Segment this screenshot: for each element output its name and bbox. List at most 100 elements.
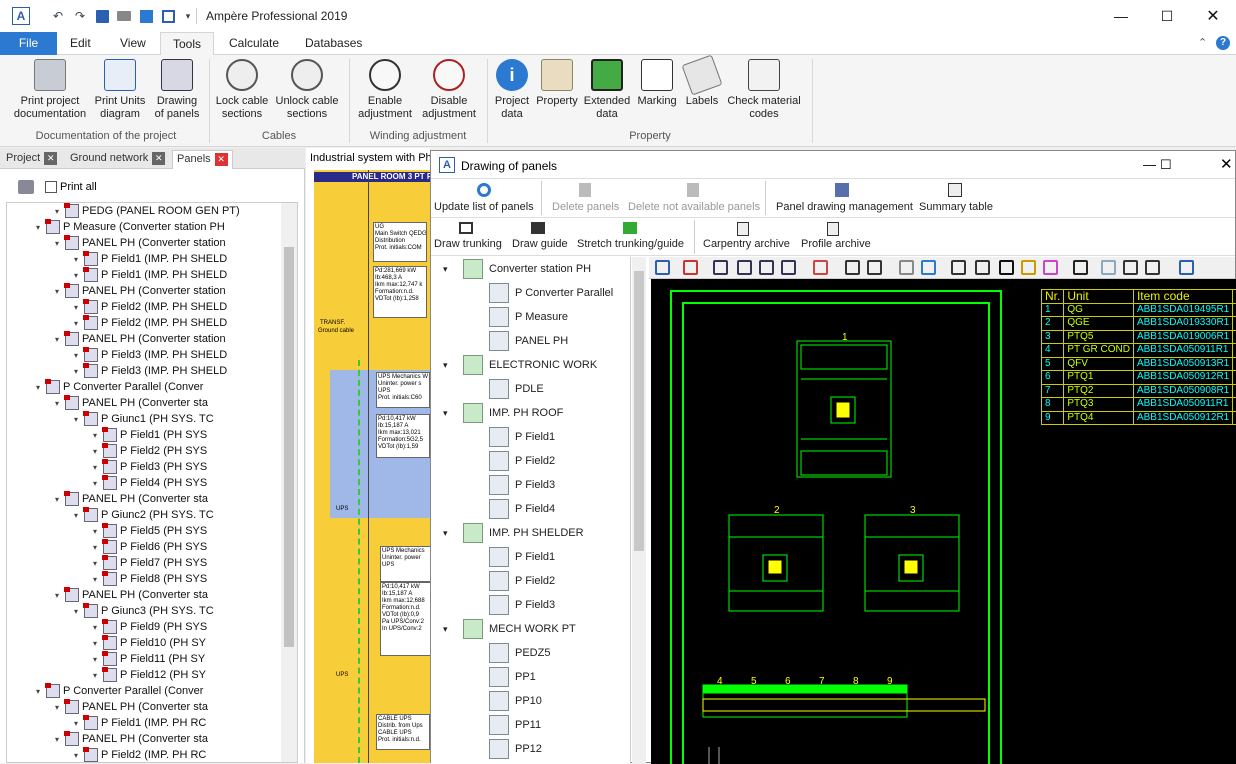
tree-item[interactable]: ▾PANEL PH (Converter sta (55, 587, 208, 603)
customize-toolbar-icon[interactable]: ▾ (180, 8, 196, 24)
tree-item[interactable]: ▾P Field3 (IMP. PH SHELD (74, 363, 227, 379)
tree-item[interactable]: ▾P Converter Parallel (Conver (36, 379, 203, 395)
tree-item[interactable]: ▾PANEL PH (Converter station (55, 331, 226, 347)
schematic-info-box[interactable]: UPS Mechanics WUninter. power sUPSProt. … (376, 372, 430, 408)
tree-item[interactable]: ▾P Field1 (IMP. PH SHELD (74, 267, 227, 283)
tree-item[interactable]: ▾PANEL PH (Converter sta (55, 731, 208, 747)
pencil-icon[interactable] (899, 260, 914, 275)
tree-item[interactable]: ▾P Field11 (PH SY (93, 651, 205, 667)
nav-tree-item[interactable]: P Field3 (489, 593, 555, 617)
tree-item[interactable]: ▾PANEL PH (Converter station (55, 283, 226, 299)
tree-item[interactable]: ▾P Giunc3 (PH SYS. TC (74, 603, 214, 619)
tab-ground-network[interactable]: Ground network✕ (66, 150, 169, 169)
close-icon[interactable]: ✕ (152, 152, 165, 165)
dialog-close-button[interactable]: ✕ (1220, 155, 1233, 173)
zoom-icon[interactable] (713, 260, 728, 275)
nav-tree-item[interactable]: ▾IMP. PH SHELDER (443, 521, 584, 545)
align-icon[interactable] (1073, 260, 1088, 275)
nav-tree-item[interactable]: P Converter Parallel (489, 281, 613, 305)
save-icon[interactable] (94, 8, 110, 24)
expand-icon[interactable]: ▾ (443, 353, 463, 377)
lock-cable-button[interactable]: Lock cablesections (213, 59, 271, 121)
tree-item[interactable]: ▾P Field9 (PH SYS (93, 619, 207, 635)
delete-na-panels-button[interactable]: Delete not available panels (628, 201, 760, 213)
move-icon[interactable] (921, 260, 936, 275)
schematic-info-box[interactable]: Pd:10,417 kWIb:15,187 AIkm max:13,021For… (376, 414, 430, 458)
draw-trunking-button[interactable]: Draw trunking (434, 238, 502, 250)
labels-button[interactable]: Labels (682, 59, 722, 108)
tree-item[interactable]: ▾P Field4 (PH SYS (93, 475, 207, 491)
tree-item[interactable]: ▾P Field10 (PH SY (93, 635, 206, 651)
print-icon[interactable] (116, 8, 132, 24)
cad-canvas[interactable]: 123456789 Nr.UnitItem codeDen1QGABB1SDA0… (651, 279, 1236, 764)
menu-edit[interactable]: Edit (58, 32, 103, 55)
tree-item[interactable]: ▾P Field2 (IMP. PH RC (74, 747, 206, 763)
print-all-checkbox[interactable] (45, 181, 57, 193)
redo-icon[interactable] (867, 260, 882, 275)
nav-tree-item[interactable]: P Field1 (489, 545, 555, 569)
nav-tree-item[interactable]: PDLE (489, 377, 544, 401)
tree-scrollbar[interactable] (281, 203, 297, 762)
menu-tools[interactable]: Tools (160, 32, 214, 56)
tree-item[interactable]: ▾P Converter Parallel (Conver (36, 683, 203, 699)
nav-tree-item[interactable]: PP1 (489, 665, 536, 689)
printer-icon[interactable] (18, 180, 34, 194)
marking-button[interactable]: Marking (634, 59, 680, 108)
color-wheel-icon[interactable] (1043, 260, 1058, 275)
close-icon[interactable]: ✕ (215, 153, 228, 166)
nav-tree-item[interactable]: PEDZ5 (489, 641, 550, 665)
nav-tree-item[interactable]: ▾IMP. PH ROOF (443, 401, 563, 425)
close-icon[interactable]: ✕ (44, 152, 57, 165)
delete-panels-button[interactable]: Delete panels (552, 201, 619, 213)
settings-icon[interactable] (1179, 260, 1194, 275)
expand-icon[interactable]: ▾ (443, 521, 463, 545)
save-icon[interactable] (655, 260, 670, 275)
tab-panels[interactable]: Panels✕ (172, 150, 233, 169)
check-material-button[interactable]: Check materialcodes (724, 59, 804, 121)
extended-data-button[interactable]: Extendeddata (581, 59, 633, 121)
dialog-maximize-button[interactable]: ☐ (1160, 157, 1172, 173)
tree-item[interactable]: ▾PANEL PH (Converter sta (55, 699, 208, 715)
help-icon[interactable]: ? (1216, 36, 1230, 50)
undo-icon[interactable]: ↶ (50, 8, 66, 24)
project-data-button[interactable]: i Projectdata (491, 59, 533, 121)
schematic-info-box[interactable]: Pd:281,669 kWIb:468,3 AIkm max:12,747 kF… (373, 266, 427, 318)
nav-tree-item[interactable]: PP11 (489, 713, 541, 737)
tree-item[interactable]: ▾P Field6 (PH SYS (93, 539, 207, 555)
nav-tree-item[interactable]: P Field3 (489, 473, 555, 497)
tree-item[interactable]: ▾P Field1 (IMP. PH RC (74, 715, 206, 731)
zoom-out-icon[interactable] (781, 260, 796, 275)
stretch-button[interactable]: Stretch trunking/guide (577, 238, 684, 250)
nav-tree-item[interactable]: P Field1 (489, 425, 555, 449)
unlock-cable-button[interactable]: Unlock cablesections (272, 59, 342, 121)
nav-tree-item[interactable]: ▾Converter station PH (443, 257, 591, 281)
grid-icon[interactable] (1101, 260, 1116, 275)
schematic-info-box[interactable]: CABLE UPSDistrib. from UpsCABLE UPSProt.… (376, 714, 430, 750)
color-pick-icon[interactable] (1021, 260, 1036, 275)
nav-tree-item[interactable]: P Field4 (489, 497, 555, 521)
nav-tree-item[interactable]: ▾MECH WORK PT (443, 617, 576, 641)
property-button[interactable]: Property (534, 59, 580, 108)
nav-tree-item[interactable]: P Field2 (489, 569, 555, 593)
expand-icon[interactable]: ▾ (443, 401, 463, 425)
menu-view[interactable]: View (108, 32, 158, 55)
tree-item[interactable]: ▾P Field7 (PH SYS (93, 555, 207, 571)
close-button[interactable]: ✕ (1190, 0, 1236, 32)
tree-item[interactable]: ▾P Measure (Converter station PH (36, 219, 225, 235)
expand-icon[interactable]: ▾ (443, 617, 463, 641)
tree-item[interactable]: ▾P Field8 (PH SYS (93, 571, 207, 587)
tree-item[interactable]: ▾P Field1 (IMP. PH SHELD (74, 251, 227, 267)
menu-calculate[interactable]: Calculate (217, 32, 291, 55)
tree-item[interactable]: ▾PANEL PH (Converter sta (55, 395, 208, 411)
line-icon[interactable] (951, 260, 966, 275)
draw-guide-button[interactable]: Draw guide (512, 238, 568, 250)
collapse-ribbon-icon[interactable]: ⌃ (1198, 36, 1207, 49)
nav-tree-item[interactable]: PP12 (489, 737, 542, 761)
tab-project[interactable]: Project✕ (2, 150, 61, 169)
measure-icon[interactable] (975, 260, 990, 275)
tree-item[interactable]: ▾P Field2 (PH SYS (93, 443, 207, 459)
schematic-canvas[interactable]: PANEL ROOM 3 PT P UGMain Switch QEDGDist… (314, 170, 430, 763)
tree-item[interactable]: ▾P Giunc2 (PH SYS. TC (74, 507, 214, 523)
menu-databases[interactable]: Databases (293, 32, 374, 55)
redo-icon[interactable]: ↷ (72, 8, 88, 24)
